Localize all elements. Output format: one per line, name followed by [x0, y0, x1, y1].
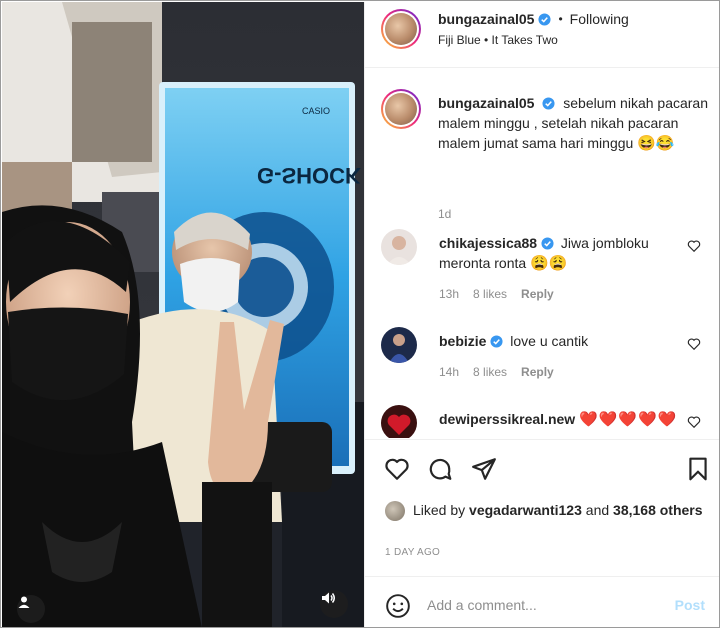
verified-badge-icon — [538, 12, 552, 26]
comment-meta: 14h 8 likes Reply — [439, 365, 554, 379]
tagged-users-button[interactable] — [17, 595, 45, 623]
like-comment-heart-icon[interactable] — [687, 239, 701, 253]
instagram-post-window: G-SHOCK CASIO bungazainal05 • Following … — [0, 0, 720, 628]
commenter-username[interactable]: dewiperssikreal.new — [439, 411, 575, 427]
commenter-avatar[interactable] — [381, 327, 417, 363]
post-side-panel: bungazainal05 • Following Fiji Blue • It… — [364, 2, 719, 627]
caption-text-block: bungazainal05 sebelum nikah pacaran male… — [438, 93, 719, 154]
comment-hearts: ❤️❤️❤️❤️❤️ — [579, 411, 678, 428]
audio-track-link[interactable]: Fiji Blue • It Takes Two — [438, 33, 558, 47]
like-comment-heart-icon[interactable] — [687, 415, 701, 429]
comment-body: chikajessica88 Jiwa jombloku meronta ron… — [439, 233, 689, 274]
caption-username[interactable]: bungazainal05 — [438, 95, 534, 111]
add-comment-bar: Post — [365, 576, 719, 627]
comment-time[interactable]: 13h — [439, 287, 459, 301]
comment-input[interactable] — [427, 591, 667, 619]
likes-text: Liked by vegadarwanti123 and 38,168 othe… — [413, 500, 713, 520]
comment-bubble-icon[interactable] — [427, 456, 453, 482]
commenter-avatar[interactable] — [381, 229, 417, 265]
like-comment-heart-icon[interactable] — [687, 337, 701, 351]
comment-meta: 13h 8 likes Reply — [439, 287, 554, 301]
save-bookmark-icon[interactable] — [685, 456, 711, 482]
caption-emojis: 😆😂 — [637, 135, 675, 152]
video-frame: G-SHOCK CASIO — [2, 2, 364, 627]
liked-and: and — [585, 502, 610, 518]
comment-text: love u cantik — [510, 333, 589, 349]
comment-time[interactable]: 14h — [439, 365, 459, 379]
sign-text: G-SHOCK — [257, 163, 361, 188]
comment-body: dewiperssikreal.new ❤️❤️❤️❤️❤️ — [439, 409, 689, 430]
separator-dot: • — [558, 12, 563, 26]
commenter-username[interactable]: bebizie — [439, 333, 486, 349]
reply-button[interactable]: Reply — [521, 287, 554, 301]
commenter-username[interactable]: chikajessica88 — [439, 235, 537, 251]
reply-button[interactable]: Reply — [521, 365, 554, 379]
like-heart-icon[interactable] — [384, 456, 410, 482]
caption-time[interactable]: 1d — [438, 207, 451, 221]
comment-body: bebizie love u cantik — [439, 331, 689, 351]
share-paper-plane-icon[interactable] — [471, 456, 497, 482]
speaker-icon — [322, 592, 335, 604]
verified-badge-icon — [542, 97, 555, 110]
comments-section[interactable]: bungazainal05 sebelum nikah pacaran male… — [365, 69, 719, 438]
post-action-bar — [365, 439, 719, 497]
audio-toggle-button[interactable] — [320, 590, 348, 618]
post-video[interactable]: G-SHOCK CASIO — [2, 2, 364, 627]
comment-likes[interactable]: 8 likes — [473, 365, 507, 379]
author-username[interactable]: bungazainal05 — [438, 11, 534, 27]
post-date[interactable]: 1 DAY AGO — [385, 547, 440, 558]
commenter-avatar[interactable] — [381, 405, 417, 438]
caption-avatar[interactable] — [381, 89, 421, 129]
comment-emojis: 😩😩 — [530, 255, 568, 272]
sign-brand: CASIO — [302, 106, 330, 116]
emoji-smiley-icon[interactable] — [385, 593, 411, 619]
liker-avatar[interactable] — [385, 501, 405, 521]
author-avatar[interactable] — [381, 9, 421, 49]
user-icon — [18, 596, 30, 608]
author-line: bungazainal05 • Following — [438, 11, 629, 27]
verified-badge-icon — [541, 237, 554, 250]
comment-likes[interactable]: 8 likes — [473, 287, 507, 301]
post-comment-button[interactable]: Post — [675, 597, 705, 613]
liked-by-prefix: Liked by — [413, 502, 466, 518]
following-button[interactable]: Following — [570, 11, 629, 27]
liker-username[interactable]: vegadarwanti123 — [469, 502, 582, 518]
post-header: bungazainal05 • Following Fiji Blue • It… — [365, 2, 719, 68]
verified-badge-icon — [490, 335, 503, 348]
liked-others-count[interactable]: 38,168 others — [613, 502, 703, 518]
